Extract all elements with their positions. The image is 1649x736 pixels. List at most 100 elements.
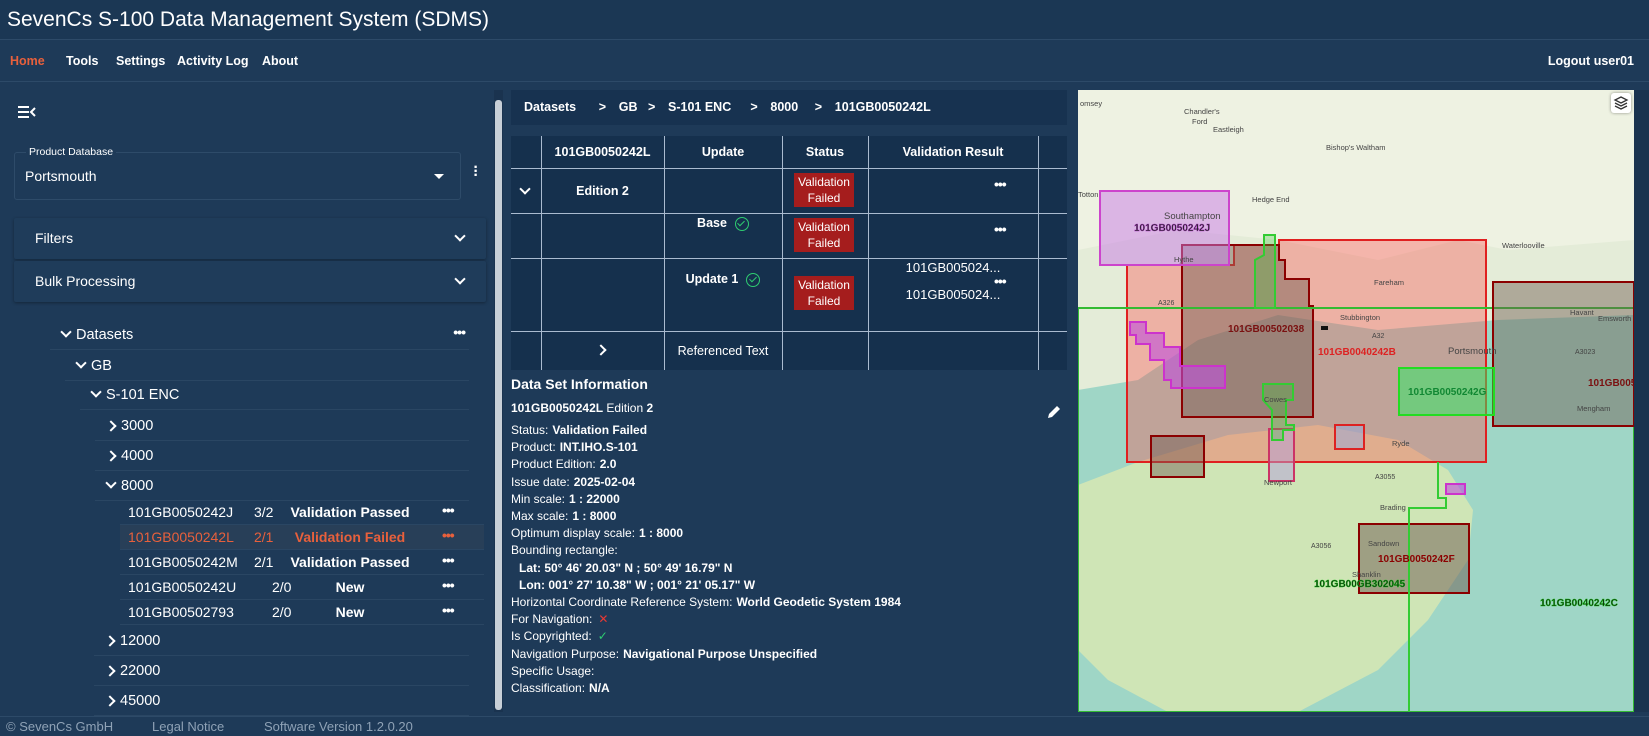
chevron-down-icon[interactable] xyxy=(105,477,117,489)
chevron-down-icon[interactable] xyxy=(75,357,87,369)
dataset-area-sw[interactable] xyxy=(1150,435,1205,478)
info-edition-label: Edition xyxy=(606,401,644,415)
column-header-update: Update xyxy=(701,145,745,159)
dataset-row[interactable]: 101GB0050242J 3/2 Validation Passed ••• xyxy=(120,500,484,525)
validation-result-link[interactable]: 101GB005024... xyxy=(868,287,1038,302)
info-edition: 2 xyxy=(646,401,654,415)
map-place-label: Bishop's Waltham xyxy=(1326,143,1386,152)
map-place-label: Portsmouth xyxy=(1448,346,1497,357)
breadcrumb: Datasets > GB > S-101 ENC >8000 >101GB0050242L xyxy=(511,90,1067,125)
tree-item-4000[interactable]: 4000 xyxy=(95,441,469,471)
map-place-label: Fareham xyxy=(1374,278,1404,287)
info-key: Product: xyxy=(511,440,556,455)
collapse-sidebar-icon[interactable] xyxy=(18,104,36,120)
legal-notice-link[interactable]: Legal Notice xyxy=(152,719,224,734)
info-value: 2.0 xyxy=(599,457,617,472)
chevron-right-icon[interactable] xyxy=(104,695,116,707)
info-line: Product: INT.IHO.S-101 xyxy=(511,440,638,454)
dataset-row[interactable]: 101GB0050242U 2/0 New ••• xyxy=(120,575,484,600)
tree-item-8000[interactable]: 8000 xyxy=(95,471,469,501)
info-key: Optimum display scale: xyxy=(511,526,636,541)
row-menu-icon[interactable]: ••• xyxy=(994,221,1007,237)
more-options-icon[interactable]: ••• xyxy=(442,552,455,568)
scrollbar-thumb[interactable] xyxy=(495,100,502,710)
breadcrumb-item[interactable]: S-101 ENC xyxy=(668,100,731,114)
edit-pencil-icon[interactable] xyxy=(1046,404,1062,420)
breadcrumb-item[interactable]: Datasets xyxy=(524,100,576,114)
info-value: 2025-02-04 xyxy=(573,474,636,489)
cross-icon: ✕ xyxy=(598,612,609,627)
tree-item-label: Datasets xyxy=(76,327,134,343)
tree-item-45000[interactable]: 45000 xyxy=(94,686,469,716)
more-options-icon[interactable]: ••• xyxy=(442,527,455,543)
dataset-row[interactable]: 101GB0050242M 2/1 Validation Passed ••• xyxy=(120,550,484,575)
validation-result-link[interactable]: 101GB005024... xyxy=(868,260,1038,275)
map-scrollbar[interactable] xyxy=(1634,90,1649,712)
filters-expander[interactable]: Filters xyxy=(14,218,486,259)
nav-tools[interactable]: Tools xyxy=(66,54,98,68)
dataset-area-right[interactable] xyxy=(1492,281,1634,427)
dataset-area-small[interactable] xyxy=(1334,424,1365,450)
chevron-right-icon[interactable] xyxy=(105,420,117,432)
map-dataset-label: 101GB00GB302045 xyxy=(1314,579,1406,590)
tree-item-3000[interactable]: 3000 xyxy=(95,411,469,441)
dataset-version-count: 2/1 xyxy=(254,554,274,570)
check-icon: ✓ xyxy=(597,629,608,644)
collapse-row-chevron-icon[interactable] xyxy=(519,183,531,195)
map-canvas[interactable]: omsey Chandler'sFord Eastleigh Bishop's Wal… xyxy=(1078,90,1634,712)
tree-item-12000[interactable]: 12000 xyxy=(94,626,469,656)
chevron-right-icon[interactable] xyxy=(104,665,116,677)
dataset-status: New xyxy=(335,604,365,620)
breadcrumb-item[interactable]: 8000 xyxy=(770,100,798,114)
map-place-label: Stubbington xyxy=(1340,313,1380,322)
map-place-label: omsey xyxy=(1080,99,1102,108)
breadcrumb-item[interactable]: 101GB0050242L xyxy=(835,100,931,114)
more-options-icon[interactable]: ••• xyxy=(442,577,455,593)
tree-item-s-101-enc[interactable]: S-101 ENC xyxy=(80,380,469,410)
status-badge: Validation Failed xyxy=(794,276,854,310)
map-view[interactable]: omsey Chandler's Ford Eastleigh Bishop's Wal… xyxy=(1078,90,1634,712)
tree-item-gb[interactable]: GB xyxy=(65,351,469,381)
bulk-processing-expander[interactable]: Bulk Processing xyxy=(14,261,486,302)
dataset-name: 101GB0050242L xyxy=(128,529,234,545)
info-line: For Navigation: ✕ xyxy=(511,612,608,626)
tree-item-label: GB xyxy=(91,358,112,374)
row-menu-icon[interactable]: ••• xyxy=(994,273,1007,289)
sidebar-scrollbar[interactable] xyxy=(494,90,503,712)
dataset-row[interactable]: 101GB0050242L 2/1 Validation Failed ••• xyxy=(120,525,484,550)
dropdown-caret-icon[interactable] xyxy=(434,174,444,179)
map-place-label: Totton xyxy=(1078,190,1098,199)
row-menu-icon[interactable]: ••• xyxy=(994,176,1007,192)
map-dataset-label: 101GB0040242B xyxy=(1318,347,1396,358)
map-place-label: Southampton xyxy=(1164,211,1221,222)
more-options-icon[interactable]: ••• xyxy=(442,602,455,618)
dataset-area-tiny[interactable] xyxy=(1445,483,1466,495)
chevron-right-icon[interactable] xyxy=(105,450,117,462)
logout-button[interactable]: Logout user01 xyxy=(1548,54,1634,68)
info-value: Lon: 001° 27' 10.38" W ; 001° 21' 05.17"… xyxy=(519,577,756,592)
column-header-validation-result: Validation Result xyxy=(902,145,1004,159)
chevron-right-icon[interactable] xyxy=(104,635,116,647)
info-key: Bounding rectangle: xyxy=(511,543,618,558)
nav-about[interactable]: About xyxy=(262,54,298,68)
breadcrumb-item[interactable]: GB xyxy=(619,100,638,114)
more-options-icon[interactable]: ••• xyxy=(453,324,466,340)
kebab-menu-icon[interactable]: · · · xyxy=(472,160,480,184)
info-key: Max scale: xyxy=(511,509,569,523)
tree-item-datasets[interactable]: Datasets ••• xyxy=(50,320,469,350)
layers-button[interactable] xyxy=(1611,93,1631,113)
nav-settings[interactable]: Settings xyxy=(116,54,165,68)
chevron-down-icon[interactable] xyxy=(60,326,72,338)
tree-item-22000[interactable]: 22000 xyxy=(94,656,469,686)
tree-item-label: 4000 xyxy=(121,448,154,464)
chevron-down-icon[interactable] xyxy=(90,386,102,398)
info-line: Specific Usage: xyxy=(511,664,594,678)
more-options-icon[interactable]: ••• xyxy=(442,502,455,518)
info-value: Validation Failed xyxy=(552,423,648,437)
nav-activity-log[interactable]: Activity Log xyxy=(177,54,249,68)
expand-row-chevron-icon[interactable] xyxy=(595,344,607,356)
dataset-row[interactable]: 101GB00502793 2/0 New ••• xyxy=(120,600,484,625)
dataset-name: 101GB0050242J xyxy=(128,504,234,520)
map-dataset-label: 101GB0050242J xyxy=(1134,223,1210,234)
nav-home[interactable]: Home xyxy=(10,54,45,68)
